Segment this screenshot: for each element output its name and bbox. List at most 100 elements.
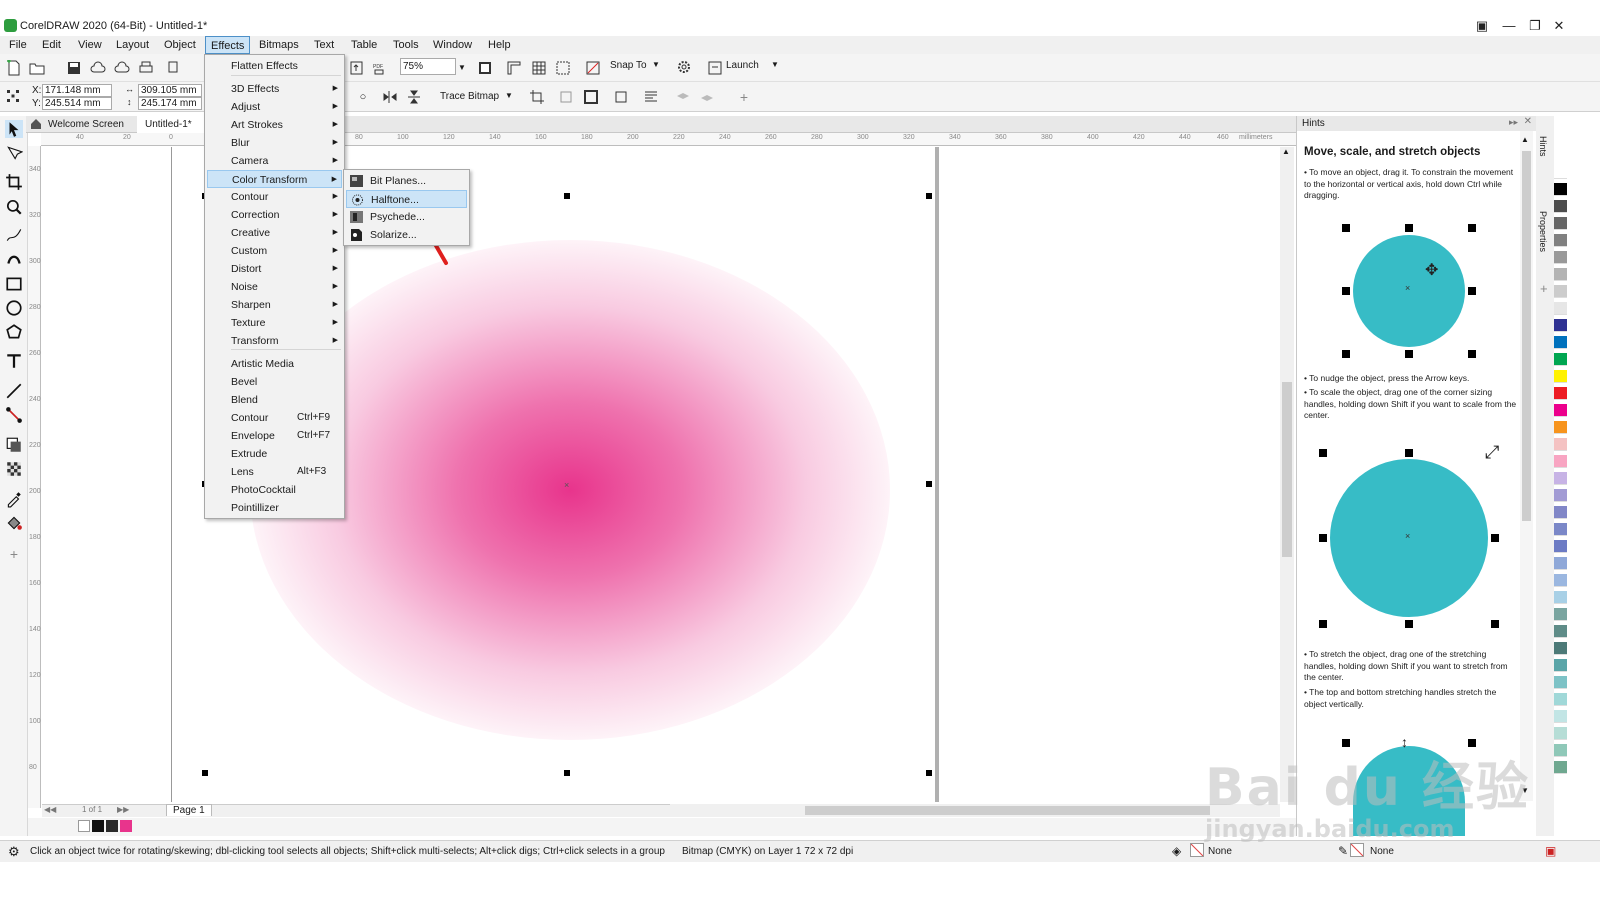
add-icon[interactable]: +: [735, 88, 753, 106]
close-button[interactable]: ✕: [1550, 18, 1568, 34]
open-folder-icon[interactable]: [28, 59, 46, 77]
palette-swatch[interactable]: [1554, 489, 1567, 502]
fill-none-swatch[interactable]: [1190, 843, 1204, 857]
shape-tool-icon[interactable]: [5, 144, 24, 162]
menu-window[interactable]: Window: [428, 36, 477, 54]
menu-effects[interactable]: Effects: [205, 36, 251, 54]
menu-item-color-transform[interactable]: Color Transform ▶: [207, 170, 342, 188]
docker-close-icon[interactable]: ✕: [1524, 116, 1532, 127]
mirror-vertical-icon[interactable]: [405, 88, 423, 106]
palette-swatch[interactable]: [1554, 302, 1567, 315]
zoom-level-field[interactable]: 75%: [400, 58, 456, 75]
swatch-magenta[interactable]: [120, 820, 132, 832]
palette-swatch[interactable]: [1554, 761, 1567, 774]
menu-object[interactable]: Object: [159, 36, 201, 54]
palette-swatch[interactable]: [1554, 387, 1567, 400]
palette-swatch[interactable]: [1554, 438, 1567, 451]
menu-item-pointillizer[interactable]: Pointillizer: [207, 499, 342, 517]
next-page-icon[interactable]: ▶▶: [117, 805, 129, 814]
palette-swatch[interactable]: [1554, 693, 1567, 706]
docker-expand-icon[interactable]: ▸▸: [1509, 117, 1518, 128]
crop-tool-icon[interactable]: [5, 173, 23, 191]
settings-gear-icon[interactable]: ⚙: [8, 844, 20, 860]
menu-item-sharpen[interactable]: Sharpen ▶: [207, 296, 342, 314]
maximize-button[interactable]: ❐: [1526, 18, 1544, 34]
page-tab[interactable]: Page 1: [166, 804, 212, 816]
selection-handle[interactable]: [202, 770, 208, 776]
palette-swatch[interactable]: [1554, 370, 1567, 383]
to-front-icon[interactable]: [674, 88, 692, 106]
no-color-swatch[interactable]: [78, 820, 90, 832]
menu-item-contour[interactable]: Contour Ctrl+F9: [207, 409, 342, 427]
reference-point-icon[interactable]: [4, 87, 22, 105]
hints-scroll-up-icon[interactable]: ▲: [1521, 135, 1529, 144]
rectangle-tool-icon[interactable]: [5, 275, 23, 293]
palette-swatch[interactable]: [1554, 200, 1567, 213]
palette-swatch[interactable]: [1554, 319, 1567, 332]
menu-item-flatten-effects[interactable]: Flatten Effects: [207, 57, 342, 75]
transparency-tool-icon[interactable]: [5, 460, 23, 478]
text-tool-icon[interactable]: [5, 352, 23, 370]
palette-swatch[interactable]: [1554, 710, 1567, 723]
menu-item-creative[interactable]: Creative ▶: [207, 224, 342, 242]
outline-none-swatch[interactable]: [1350, 843, 1364, 857]
full-screen-preview-icon[interactable]: [476, 59, 494, 77]
add-tool-icon[interactable]: +: [5, 546, 23, 564]
palette-swatch[interactable]: [1554, 472, 1567, 485]
notification-icon[interactable]: ▣: [1545, 844, 1556, 858]
menu-table[interactable]: Table: [346, 36, 382, 54]
menu-item-contour[interactable]: Contour ▶: [207, 188, 342, 206]
cloud-upload-icon[interactable]: [89, 59, 107, 77]
menu-item-adjust[interactable]: Adjust ▶: [207, 98, 342, 116]
menu-item-camera[interactable]: Camera ▶: [207, 152, 342, 170]
tab-hints[interactable]: Hints: [1538, 136, 1548, 157]
palette-swatch[interactable]: [1554, 455, 1567, 468]
pick-tool-icon[interactable]: [5, 120, 23, 138]
interactive-fill-tool-icon[interactable]: [5, 514, 23, 532]
palette-swatch[interactable]: [1554, 251, 1567, 264]
menu-item-art-strokes[interactable]: Art Strokes ▶: [207, 116, 342, 134]
parallel-dimension-tool-icon[interactable]: [5, 382, 23, 400]
menu-item-noise[interactable]: Noise ▶: [207, 278, 342, 296]
palette-swatch[interactable]: [1554, 642, 1567, 655]
cloud-download-icon[interactable]: [113, 59, 131, 77]
selection-handle[interactable]: [926, 193, 932, 199]
tab-properties[interactable]: Properties: [1538, 211, 1548, 252]
menu-edit[interactable]: Edit: [37, 36, 66, 54]
swatch-black[interactable]: [92, 820, 104, 832]
palette-swatch[interactable]: [1554, 336, 1567, 349]
first-page-icon[interactable]: ◀◀: [44, 805, 56, 814]
palette-swatch[interactable]: [1554, 285, 1567, 298]
menu-item-bit-planes[interactable]: Bit Planes...: [346, 172, 467, 190]
vertical-scrollbar[interactable]: ▲: [1280, 147, 1294, 802]
menu-text[interactable]: Text: [309, 36, 339, 54]
menu-item-transform[interactable]: Transform ▶: [207, 332, 342, 350]
rotation-icon[interactable]: ○: [354, 88, 372, 106]
horizontal-scroll-thumb[interactable]: [805, 806, 1210, 815]
palette-swatch[interactable]: [1554, 268, 1567, 281]
snap-to-label[interactable]: Snap To: [610, 60, 647, 71]
add-docker-icon[interactable]: +: [1540, 281, 1548, 296]
hints-scrollbar[interactable]: ▲ ▼: [1520, 131, 1533, 801]
palette-swatch[interactable]: [1554, 574, 1567, 587]
palette-swatch[interactable]: [1554, 217, 1567, 230]
bitmap-frame-icon[interactable]: [582, 88, 600, 106]
palette-swatch[interactable]: [1554, 523, 1567, 536]
horizontal-scrollbar[interactable]: [670, 804, 1280, 817]
ellipse-tool-icon[interactable]: [5, 299, 23, 317]
palette-swatch[interactable]: [1554, 676, 1567, 689]
vertical-ruler[interactable]: 340 320 300 280 260 240 220 200 180 160 …: [28, 146, 41, 808]
palette-swatch[interactable]: [1554, 744, 1567, 757]
crop-bitmap-icon[interactable]: [528, 88, 546, 106]
show-guidelines-icon[interactable]: [554, 59, 572, 77]
menu-item-bevel[interactable]: Bevel: [207, 373, 342, 391]
new-document-icon[interactable]: [5, 59, 23, 77]
width-field[interactable]: 309.105 mm: [138, 84, 202, 97]
publish-pdf-icon[interactable]: PDF: [371, 59, 389, 77]
launch-icon[interactable]: [706, 59, 724, 77]
hints-scroll-thumb[interactable]: [1522, 151, 1531, 521]
scroll-up-chevron-icon[interactable]: ▲: [1282, 147, 1290, 156]
selection-handle[interactable]: [926, 481, 932, 487]
freehand-tool-icon[interactable]: [5, 226, 23, 244]
snap-off-icon[interactable]: [584, 59, 602, 77]
